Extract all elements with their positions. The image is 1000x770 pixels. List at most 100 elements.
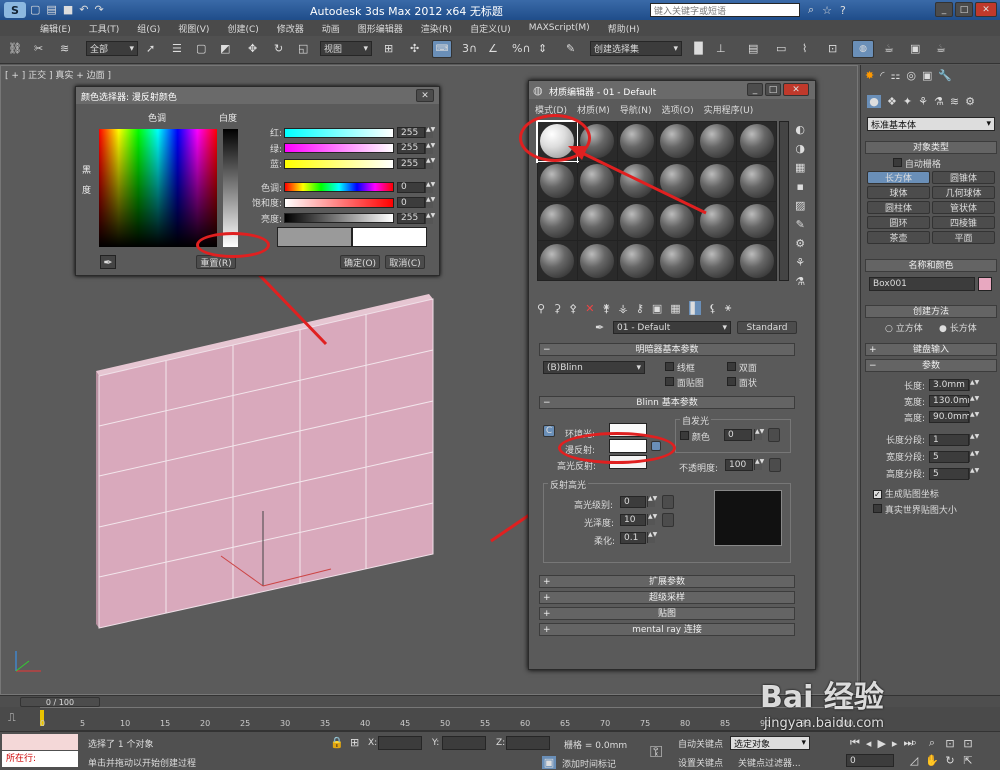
current-frame-field[interactable]: 0 — [846, 754, 894, 767]
green-slider[interactable] — [284, 143, 394, 154]
material-sample-slot[interactable] — [737, 161, 776, 201]
video-check-icon[interactable]: ▨ — [795, 199, 805, 212]
mat-menu-navigation[interactable]: 导航(N) — [620, 103, 652, 116]
mat-options-icon[interactable]: ⚙ — [795, 237, 805, 250]
material-sample-slot[interactable] — [697, 201, 737, 241]
redo-icon[interactable]: ↷ — [94, 3, 103, 16]
close-button[interactable]: ✕ — [975, 2, 997, 17]
material-sample-slot[interactable] — [577, 201, 617, 241]
set-key-button[interactable]: 设置关键点 — [678, 756, 723, 769]
gloss-value[interactable]: 10 — [620, 514, 646, 526]
pyramid-button[interactable]: 四棱锥 — [932, 216, 995, 229]
cube-radio[interactable]: ○ — [885, 324, 893, 334]
new-icon[interactable]: ▢ — [30, 3, 40, 16]
shapes-icon[interactable]: ❖ — [887, 95, 897, 108]
mat-menu-material[interactable]: 材质(M) — [577, 103, 610, 116]
faceted-checkbox[interactable] — [727, 377, 736, 386]
saturation-slider[interactable] — [284, 197, 394, 208]
rotate-icon[interactable]: ↻ — [274, 42, 283, 55]
mat-map-nav-icon[interactable]: ⚗ — [795, 275, 805, 288]
soften-value[interactable]: 0.1 — [620, 532, 646, 544]
hue-slider[interactable] — [284, 182, 394, 193]
mirror-icon[interactable]: ▐▌ — [690, 42, 707, 55]
red-slider[interactable] — [284, 127, 394, 138]
show-map-icon[interactable]: ▦ — [670, 301, 680, 315]
material-sample-slot[interactable] — [697, 161, 737, 201]
zoom-all-icon[interactable]: ⌕ — [923, 736, 941, 750]
material-sample-slot[interactable] — [577, 161, 617, 201]
material-sample-slot[interactable] — [617, 161, 657, 201]
make-preview-icon[interactable]: ✎ — [795, 218, 805, 231]
put-to-scene-icon[interactable]: ⚳ — [553, 301, 561, 315]
material-sample-slot[interactable] — [737, 241, 776, 280]
material-sample-slot[interactable] — [538, 161, 577, 201]
autogrid-checkbox[interactable] — [893, 158, 902, 167]
green-value[interactable]: 255 — [397, 142, 425, 154]
layer-manager-icon[interactable]: ▤ — [748, 42, 758, 55]
spinner-snap-icon[interactable]: ⇕ — [538, 42, 547, 55]
align-icon[interactable]: ⊥ — [716, 42, 726, 55]
creation-method-header[interactable]: 创建方法 — [865, 305, 997, 318]
object-type-header[interactable]: 对象类型 — [865, 141, 997, 154]
snap-toggle-icon[interactable]: 3 ∩ — [462, 42, 477, 55]
self-illum-color-checkbox[interactable] — [680, 431, 689, 440]
percent-snap-icon[interactable]: %∩ — [512, 42, 531, 55]
bind-space-warp-icon[interactable]: ≋ — [60, 42, 69, 55]
mental-ray-rollout[interactable]: + mental ray 连接 — [539, 623, 795, 636]
helpers-icon[interactable]: ⚗ — [934, 95, 944, 108]
zoom-extents-icon[interactable]: ⊡ — [941, 736, 959, 750]
binoculars-icon[interactable]: ⌕ — [808, 3, 814, 17]
material-sample-slot[interactable] — [657, 201, 697, 241]
open-icon[interactable]: ▤ — [46, 3, 56, 16]
graphite-icon[interactable]: ▭ — [776, 42, 786, 55]
category-dropdown[interactable]: 标准基本体 ▾ — [867, 117, 995, 131]
add-time-tag[interactable]: 添加时间标记 — [562, 757, 616, 770]
time-slider[interactable]: 0 / 100 — [20, 697, 100, 707]
menu-tools[interactable]: 工具(T) — [89, 22, 120, 35]
put-library-icon[interactable]: ⚷ — [636, 301, 644, 315]
prev-frame-icon[interactable]: ◂ — [866, 736, 872, 750]
material-sample-slot[interactable] — [657, 161, 697, 201]
menu-rendering[interactable]: 渲染(R) — [421, 22, 452, 35]
make-unique-icon[interactable]: ⚶ — [618, 301, 627, 315]
pivot-center-icon[interactable]: ⊞ — [384, 42, 393, 55]
material-sample-slot[interactable] — [617, 122, 657, 161]
ok-button[interactable]: 确定(O) — [340, 255, 380, 269]
material-name-field[interactable]: 01 - Default ▾ — [613, 321, 731, 334]
selection-filter-dropdown[interactable]: 全部 ▾ — [86, 41, 138, 56]
material-sample-slot[interactable] — [538, 201, 577, 241]
backlight-icon[interactable]: ◑ — [795, 142, 805, 155]
gloss-map-button[interactable] — [662, 513, 674, 527]
rendered-frame-icon[interactable]: ▣ — [910, 42, 920, 55]
reset-map-icon[interactable]: ✕ — [585, 301, 594, 315]
key-icon[interactable]: ⚿ — [650, 742, 662, 762]
width-segs-field[interactable]: 5 — [929, 450, 969, 463]
cancel-button[interactable]: 取消(C) — [385, 255, 425, 269]
color-picker-close-button[interactable]: ✕ — [416, 89, 434, 102]
menu-customize[interactable]: 自定义(U) — [470, 22, 511, 35]
spec-level-value[interactable]: 0 — [620, 496, 646, 508]
spec-level-map-button[interactable] — [662, 495, 674, 509]
unlink-icon[interactable]: ✂ — [34, 42, 43, 55]
cameras-icon[interactable]: ⚘ — [918, 95, 928, 108]
blinn-rollout-header[interactable]: − Blinn 基本参数 — [539, 396, 795, 409]
tube-button[interactable]: 管状体 — [932, 201, 995, 214]
named-selection-dropdown[interactable]: 创建选择集 ▾ — [590, 41, 682, 56]
supersampling-rollout[interactable]: + 超级采样 — [539, 591, 795, 604]
object-color-swatch[interactable] — [978, 277, 992, 291]
cylinder-button[interactable]: 圆柱体 — [867, 201, 930, 214]
sphere-button[interactable]: 球体 — [867, 186, 930, 199]
face-map-checkbox[interactable] — [665, 377, 674, 386]
material-sample-slot[interactable] — [737, 201, 776, 241]
real-world-checkbox[interactable] — [873, 504, 882, 513]
box-button[interactable]: 长方体 — [867, 171, 930, 184]
torus-button[interactable]: 圆环 — [867, 216, 930, 229]
mini-curve-editor-icon[interactable]: ⎍ — [8, 711, 16, 725]
menu-graph-editors[interactable]: 图形编辑器 — [358, 22, 403, 35]
menu-animation[interactable]: 动画 — [322, 22, 340, 35]
material-type-button[interactable]: Standard — [737, 321, 797, 334]
mat-menu-utilities[interactable]: 实用程序(U) — [704, 103, 754, 116]
pan-icon[interactable]: ✋ — [923, 754, 941, 767]
gen-uv-checkbox[interactable]: ✓ — [873, 490, 882, 499]
material-editor-icon[interactable]: ◍ — [852, 40, 874, 58]
